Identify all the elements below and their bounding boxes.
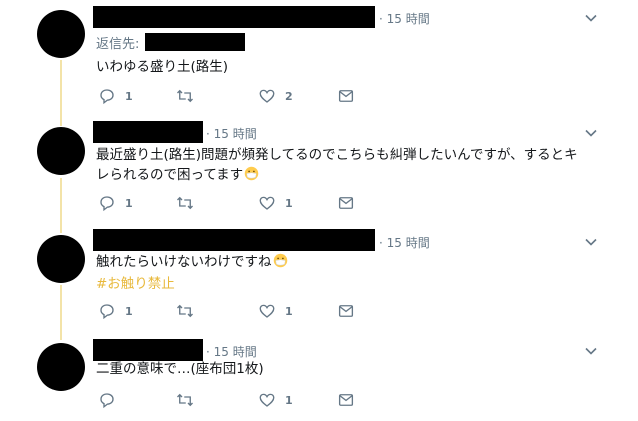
reply-button[interactable]: 1: [98, 301, 133, 321]
like-button[interactable]: 1: [258, 193, 293, 213]
avatar[interactable]: [37, 127, 85, 175]
reply-icon: [100, 89, 114, 105]
retweet-button[interactable]: [176, 390, 203, 410]
reply-icon: [100, 304, 114, 320]
message-button[interactable]: [337, 390, 355, 410]
mask-face-emoji-icon: [273, 253, 287, 268]
avatar[interactable]: [37, 343, 85, 391]
message-button[interactable]: [337, 86, 355, 106]
tweet-actions: 1 1: [96, 193, 396, 213]
tweet-actions: 1 1: [96, 301, 396, 321]
retweet-icon: [177, 393, 193, 407]
tweet-timestamp[interactable]: · 15 時間: [206, 125, 257, 142]
avatar[interactable]: [37, 235, 85, 283]
tweet-timestamp[interactable]: · 15 時間: [379, 10, 430, 27]
reply-icon: [100, 196, 114, 212]
like-button[interactable]: 1: [258, 301, 293, 321]
redacted-reply-handle[interactable]: [145, 33, 245, 51]
tweet-text: いわゆる盛り土(路生): [96, 59, 229, 75]
tweet-timestamp[interactable]: · 15 時間: [206, 343, 257, 360]
reply-button[interactable]: [98, 390, 125, 410]
redacted-author-name[interactable]: [93, 229, 375, 251]
like-icon: [259, 304, 275, 318]
mask-face-emoji-icon: [244, 166, 259, 181]
retweet-icon: [177, 196, 193, 210]
like-icon: [259, 196, 275, 210]
tweet-text-line: 最近盛り土(路生)問題が頻発してるのでこちらも糾弾したいんですが、するとキ: [96, 147, 578, 163]
reply-button[interactable]: 1: [98, 193, 133, 213]
like-count: 1: [285, 393, 293, 407]
like-icon: [259, 89, 275, 103]
like-icon: [259, 393, 275, 407]
reply-icon: [100, 393, 114, 409]
message-icon: [338, 305, 354, 317]
tweet-text: 触れたらいけないわけですね: [96, 254, 272, 270]
avatar[interactable]: [37, 10, 85, 58]
retweet-icon: [177, 304, 193, 318]
retweet-icon: [177, 89, 193, 103]
tweet-text-line-with-emoji: レられるので困ってます: [96, 165, 616, 185]
like-count: 1: [285, 196, 293, 210]
tweet-text: 二重の意味で…(座布団1枚): [96, 361, 264, 377]
tweet-text-with-emoji: 触れたらいけないわけですね: [96, 252, 616, 272]
like-count: 2: [285, 89, 293, 103]
chevron-down-icon[interactable]: [584, 235, 598, 249]
retweet-button[interactable]: [176, 301, 203, 321]
like-count: 1: [285, 304, 293, 318]
redacted-author-name[interactable]: [93, 121, 203, 143]
like-button[interactable]: 1: [258, 390, 293, 410]
chevron-down-icon[interactable]: [584, 11, 598, 25]
tweet-4[interactable]: · 15 時間 二重の意味で…(座布団1枚) 1: [0, 333, 638, 421]
message-button[interactable]: [337, 193, 355, 213]
chevron-down-icon[interactable]: [584, 126, 598, 140]
tweet-1[interactable]: · 15 時間 返信先: いわゆる盛り土(路生) 1 2: [0, 0, 638, 115]
message-icon: [338, 394, 354, 406]
tweet-text-line: レられるので困ってます: [96, 167, 244, 183]
reply-count: 1: [125, 304, 133, 318]
tweet-2[interactable]: · 15 時間 最近盛り土(路生)問題が頻発してるのでこちらも糾弾したいんですが…: [0, 115, 638, 225]
redacted-author-name[interactable]: [93, 339, 203, 361]
reply-count: 1: [125, 196, 133, 210]
message-icon: [338, 90, 354, 102]
tweet-text: 最近盛り土(路生)問題が頻発してるのでこちらも糾弾したいんですが、するとキ レら…: [96, 145, 616, 185]
retweet-button[interactable]: [176, 86, 203, 106]
like-button[interactable]: 2: [258, 86, 293, 106]
message-button[interactable]: [337, 301, 355, 321]
tweet-actions: 1 2: [96, 86, 396, 106]
retweet-button[interactable]: [176, 193, 203, 213]
reply-count: 1: [125, 89, 133, 103]
hashtag-link[interactable]: #お触り禁止: [96, 272, 175, 292]
reply-to-label: 返信先:: [96, 37, 140, 52]
tweet-actions: 1: [96, 390, 396, 410]
tweet-3[interactable]: · 15 時間 触れたらいけないわけですね #お触り禁止 1 1: [0, 225, 638, 333]
redacted-author-name[interactable]: [93, 6, 375, 28]
tweet-timestamp[interactable]: · 15 時間: [379, 234, 430, 251]
chevron-down-icon[interactable]: [584, 344, 598, 358]
message-icon: [338, 197, 354, 209]
reply-button[interactable]: 1: [98, 86, 133, 106]
